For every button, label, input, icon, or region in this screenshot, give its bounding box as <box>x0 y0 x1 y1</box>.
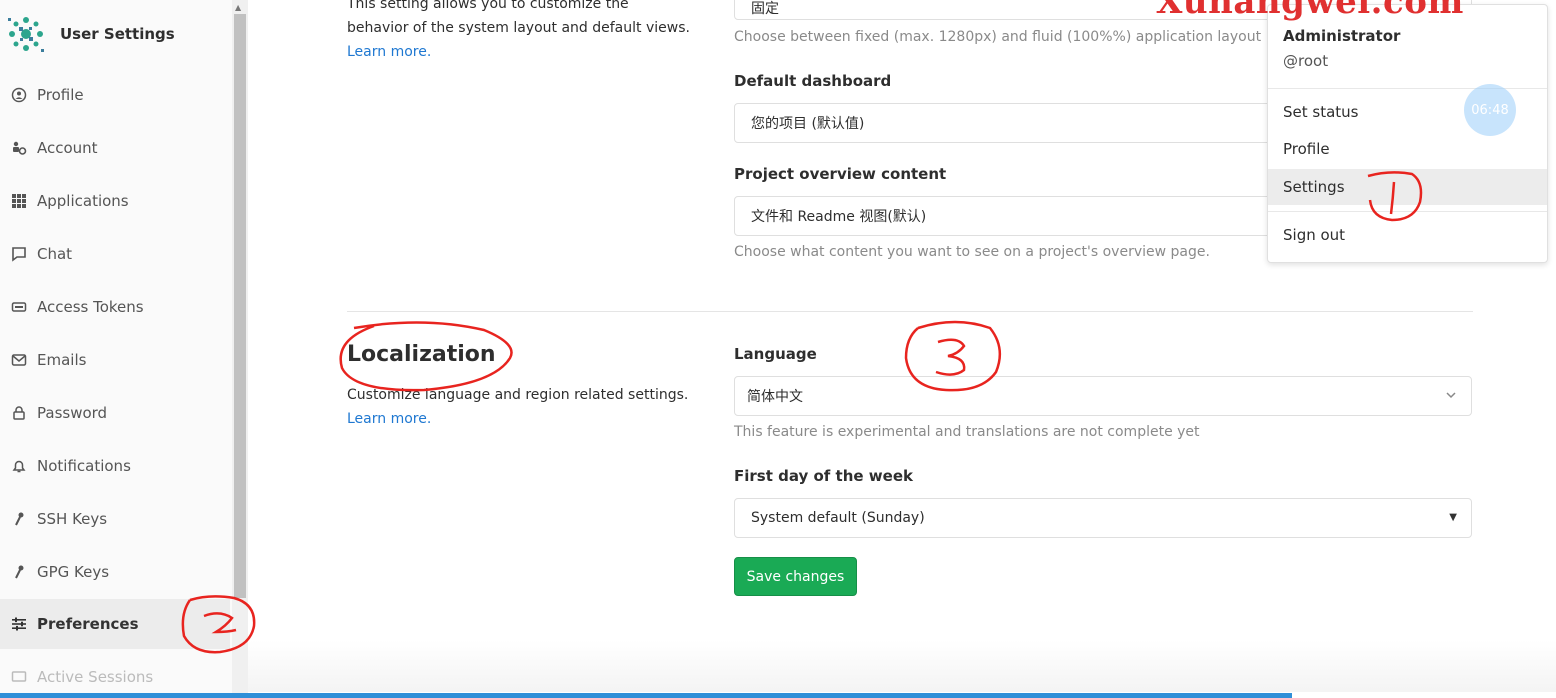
dropdown-username: @root <box>1283 52 1329 70</box>
bottom-shade <box>248 640 1556 692</box>
language-label: Language <box>734 345 817 363</box>
language-help: This feature is experimental and transla… <box>734 424 1200 440</box>
dropdown-item-profile[interactable]: Profile <box>1268 131 1547 167</box>
sidebar-item-label: SSH Keys <box>37 510 108 528</box>
sidebar-item-label: Emails <box>37 351 87 369</box>
project-overview-help: Choose what content you want to see on a… <box>734 244 1210 260</box>
localization-title: Localization <box>347 342 496 367</box>
project-overview-label: Project overview content <box>734 165 947 183</box>
video-progress-bar[interactable] <box>0 693 1292 698</box>
token-icon <box>10 298 28 316</box>
settings-logo-icon <box>8 17 44 52</box>
sidebar-item-label: GPG Keys <box>37 563 110 581</box>
sidebar-item-emails[interactable]: Emails <box>0 335 230 385</box>
first-day-select[interactable]: System default (Sunday) ▼ <box>734 498 1472 538</box>
chevron-down-icon <box>1445 389 1457 404</box>
sidebar-item-label: Chat <box>37 245 73 263</box>
language-value: 简体中文 <box>747 389 803 405</box>
default-dashboard-label: Default dashboard <box>734 72 892 90</box>
sidebar-item-notifications[interactable]: Notifications <box>0 441 230 491</box>
sidebar-item-ssh-keys[interactable]: SSH Keys <box>0 494 230 544</box>
user-dropdown-menu: Administrator @root Set status Profile S… <box>1267 4 1548 263</box>
localization-description-block: Customize language and region related se… <box>347 383 702 431</box>
sidebar-title: User Settings <box>60 25 175 43</box>
watermark: Xunangwei.com <box>1156 0 1464 22</box>
sidebar-header[interactable]: User Settings <box>4 12 175 56</box>
dropdown-item-settings[interactable]: Settings <box>1268 169 1547 205</box>
sidebar-item-label: Profile <box>37 86 84 104</box>
localization-header: Localization <box>347 342 702 367</box>
lock-icon <box>10 404 28 422</box>
section-divider <box>347 311 1473 312</box>
key-icon <box>10 510 28 528</box>
sidebar-item-account[interactable]: Account <box>0 123 230 173</box>
sidebar-item-chat[interactable]: Chat <box>0 229 230 279</box>
sidebar-item-label: Notifications <box>37 457 131 475</box>
save-changes-button[interactable]: Save changes <box>734 557 857 596</box>
sidebar-item-password[interactable]: Password <box>0 388 230 438</box>
scroll-up-arrow-icon[interactable]: ▲ <box>235 3 241 12</box>
email-icon <box>10 351 28 369</box>
applications-icon <box>10 192 28 210</box>
dropdown-user-name: Administrator <box>1283 27 1401 45</box>
layout-description-line2: behavior of the system layout and defaul… <box>347 20 690 36</box>
first-day-label: First day of the week <box>734 467 913 485</box>
layout-description: This setting allows you to customize the… <box>347 0 702 64</box>
sidebar-item-active-sessions[interactable]: Active Sessions <box>0 652 230 698</box>
sidebar-item-applications[interactable]: Applications <box>0 176 230 226</box>
layout-width-help: Choose between fixed (max. 1280px) and f… <box>734 29 1262 45</box>
scrollbar-thumb[interactable] <box>234 14 246 598</box>
dropdown-divider <box>1268 211 1547 212</box>
sidebar-item-label: Access Tokens <box>37 298 144 316</box>
bell-icon <box>10 457 28 475</box>
default-dashboard-value: 您的项目 (默认值) <box>751 116 865 132</box>
layout-width-value: 固定 <box>751 1 779 17</box>
profile-icon <box>10 86 28 104</box>
sidebar-item-label: Password <box>37 404 108 422</box>
sidebar-item-preferences[interactable]: Preferences <box>0 599 230 649</box>
first-day-value: System default (Sunday) <box>751 510 925 526</box>
sidebar-item-label: Preferences <box>37 615 139 633</box>
sidebar-scrollbar[interactable]: ▲ <box>232 0 248 698</box>
sidebar-item-access-tokens[interactable]: Access Tokens <box>0 282 230 332</box>
sidebar-item-profile[interactable]: Profile <box>0 70 230 120</box>
sidebar-item-label: Account <box>37 139 98 157</box>
sessions-icon <box>10 668 28 686</box>
dropdown-item-sign-out[interactable]: Sign out <box>1268 217 1547 253</box>
localization-description: Customize language and region related se… <box>347 387 689 403</box>
project-overview-value: 文件和 Readme 视图(默认) <box>751 209 927 225</box>
sidebar: User Settings Profile Account Applicatio… <box>0 0 233 698</box>
chat-icon <box>10 245 28 263</box>
sidebar-item-label: Applications <box>37 192 129 210</box>
caret-down-icon: ▼ <box>1449 512 1457 523</box>
layout-description-line1: This setting allows you to customize the <box>347 0 629 12</box>
sidebar-item-label: Active Sessions <box>37 668 154 686</box>
clock-overlay: 06:48 <box>1464 84 1516 136</box>
account-icon <box>10 139 28 157</box>
language-select[interactable]: 简体中文 <box>734 376 1472 416</box>
localization-learn-more-link[interactable]: Learn more. <box>347 407 702 431</box>
preferences-icon <box>10 615 28 633</box>
sidebar-item-gpg-keys[interactable]: GPG Keys <box>0 547 230 597</box>
key-icon <box>10 563 28 581</box>
layout-learn-more-link[interactable]: Learn more. <box>347 40 702 64</box>
